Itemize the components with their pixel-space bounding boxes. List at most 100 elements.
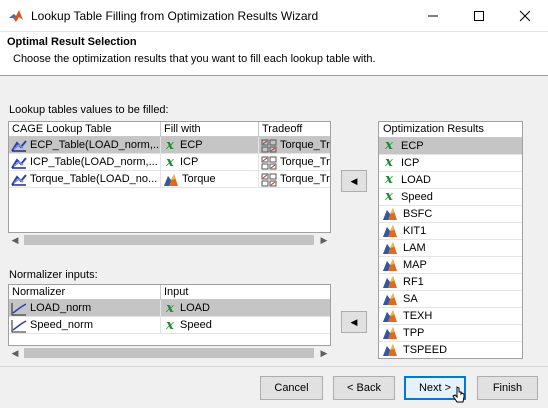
fill-with-cell[interactable]: x ECP: [161, 137, 259, 154]
list-item[interactable]: x ICP: [379, 155, 522, 172]
optimization-results-header: Optimization Results: [379, 122, 522, 138]
lookup-table-icon: [11, 156, 27, 169]
model-icon: [164, 173, 178, 186]
column-header-tradeoff[interactable]: Tradeoff: [259, 122, 330, 137]
list-item-label: LAM: [403, 242, 426, 254]
input-cell[interactable]: x Speed: [161, 317, 330, 334]
normalizer-hscrollbar[interactable]: ◀ ▶: [8, 346, 331, 360]
list-item-label: BSFC: [403, 208, 433, 220]
scroll-left-icon[interactable]: ◀: [8, 233, 22, 247]
assign-result-to-normalizer-button[interactable]: ◀: [341, 311, 367, 333]
lookup-table-cell: ICP_Table(LOAD_norm,...: [9, 154, 161, 171]
lookup-table-icon: [11, 173, 27, 186]
close-icon: [519, 10, 531, 22]
mouse-cursor-icon: [452, 386, 465, 403]
list-item[interactable]: TSPEED: [379, 342, 522, 358]
table-header: CAGE Lookup Table Fill with Tradeoff: [9, 122, 330, 137]
list-item-label: TEXH: [403, 310, 433, 322]
list-item[interactable]: LAM: [379, 240, 522, 257]
table-row[interactable]: ICP_Table(LOAD_norm,... x ICP Torque_Tr: [9, 154, 330, 171]
fill-with-cell[interactable]: x ICP: [161, 154, 259, 171]
table-row[interactable]: Torque_Table(LOAD_no... Torque Torque_Tr: [9, 171, 330, 188]
list-item[interactable]: TEXH: [379, 308, 522, 325]
tradeoff-cell: Torque_Tr: [259, 171, 330, 188]
page-title: Optimal Result Selection: [7, 36, 137, 48]
title-bar: Lookup Table Filling from Optimization R…: [0, 0, 548, 32]
list-item[interactable]: x ECP: [379, 138, 522, 155]
maximize-button[interactable]: [456, 0, 502, 32]
variable-x-icon: x: [166, 137, 174, 153]
matlab-icon: [9, 10, 23, 22]
cancel-button[interactable]: Cancel: [260, 376, 323, 400]
list-item-label: KIT1: [403, 225, 427, 237]
list-item[interactable]: SA: [379, 291, 522, 308]
minimize-button[interactable]: [410, 0, 456, 32]
list-item[interactable]: KIT1: [379, 223, 522, 240]
lookup-table-name: Torque_Table(LOAD_no...: [30, 173, 158, 185]
arrow-left-icon: ◀: [350, 316, 358, 327]
lookup-tables-label: Lookup tables values to be filled:: [9, 104, 169, 116]
column-header-cage-lookup-table[interactable]: CAGE Lookup Table: [9, 122, 161, 137]
scroll-thumb[interactable]: [24, 348, 314, 358]
list-item-label: RF1: [403, 276, 424, 288]
list-item-label: ECP: [401, 140, 424, 152]
fill-with-cell[interactable]: Torque: [161, 171, 259, 188]
list-item[interactable]: x LOAD: [379, 172, 522, 189]
normalizer-name: Speed_norm: [30, 319, 93, 331]
list-item[interactable]: x Speed: [379, 189, 522, 206]
normalizer-cell: Speed_norm: [9, 317, 161, 334]
variable-x-icon: x: [385, 172, 393, 187]
tradeoff-value: Torque_Tr: [280, 173, 330, 185]
list-item-label: MAP: [403, 259, 427, 271]
optimization-results-vscrollbar[interactable]: [523, 121, 527, 359]
model-icon: [383, 310, 397, 322]
lookup-table-cell: Torque_Table(LOAD_no...: [9, 171, 161, 188]
assign-result-to-table-button[interactable]: ◀: [341, 170, 367, 192]
list-item-label: TSPEED: [403, 344, 448, 356]
lookup-table-cell: ECP_Table(LOAD_norm,...: [9, 137, 161, 154]
optimization-results-list[interactable]: Optimization Results x ECP x ICP x LOAD x Speed…: [378, 121, 523, 359]
table-row[interactable]: ECP_Table(LOAD_norm,... x ECP Torque_Tr: [9, 137, 330, 154]
tradeoff-cell: Torque_Tr: [259, 137, 330, 154]
model-icon: [383, 242, 397, 254]
column-header-normalizer[interactable]: Normalizer: [9, 285, 161, 300]
minimize-icon: [428, 15, 438, 17]
scroll-right-icon[interactable]: ▶: [317, 346, 331, 360]
list-item-label: ICP: [401, 157, 420, 169]
normalizer-icon: [11, 302, 27, 315]
back-button[interactable]: < Back: [333, 376, 395, 400]
lookup-tables-table[interactable]: CAGE Lookup Table Fill with Tradeoff ECP…: [8, 121, 331, 233]
scroll-right-icon[interactable]: ▶: [317, 233, 331, 247]
input-cell[interactable]: x LOAD: [161, 300, 330, 317]
fill-with-value: Torque: [182, 173, 216, 185]
list-item[interactable]: TPP: [379, 325, 522, 342]
list-item[interactable]: BSFC: [379, 206, 522, 223]
tradeoff-cell: Torque_Tr: [259, 154, 330, 171]
table-row[interactable]: Speed_norm x Speed: [9, 317, 330, 334]
scroll-thumb[interactable]: [24, 235, 314, 245]
lookup-table-name: ICP_Table(LOAD_norm,...: [30, 156, 158, 168]
column-header-fill-with[interactable]: Fill with: [161, 122, 259, 137]
list-item[interactable]: MAP: [379, 257, 522, 274]
scroll-left-icon[interactable]: ◀: [8, 346, 22, 360]
list-item-label: SA: [403, 293, 418, 305]
finish-button[interactable]: Finish: [477, 376, 538, 400]
lookup-tables-hscrollbar[interactable]: ◀ ▶: [8, 233, 331, 247]
lookup-table-name: ECP_Table(LOAD_norm,...: [30, 139, 161, 151]
maximize-icon: [474, 11, 484, 21]
wizard-header: Optimal Result Selection Choose the opti…: [0, 32, 548, 76]
close-button[interactable]: [502, 0, 548, 32]
table-header: Normalizer Input: [9, 285, 330, 300]
list-item[interactable]: RF1: [379, 274, 522, 291]
page-description: Choose the optimization results that you…: [13, 53, 376, 65]
list-item-label: Speed: [401, 191, 433, 203]
normalizer-inputs-label: Normalizer inputs:: [9, 269, 98, 281]
fill-with-value: ICP: [180, 156, 199, 168]
normalizer-table[interactable]: Normalizer Input LOAD_norm x LOAD Speed_…: [8, 284, 331, 346]
table-row[interactable]: LOAD_norm x LOAD: [9, 300, 330, 317]
window-title: Lookup Table Filling from Optimization R…: [31, 9, 319, 23]
column-header-input[interactable]: Input: [161, 285, 330, 300]
variable-x-icon: x: [385, 189, 393, 204]
model-icon: [383, 293, 397, 305]
variable-x-icon: x: [166, 154, 174, 170]
